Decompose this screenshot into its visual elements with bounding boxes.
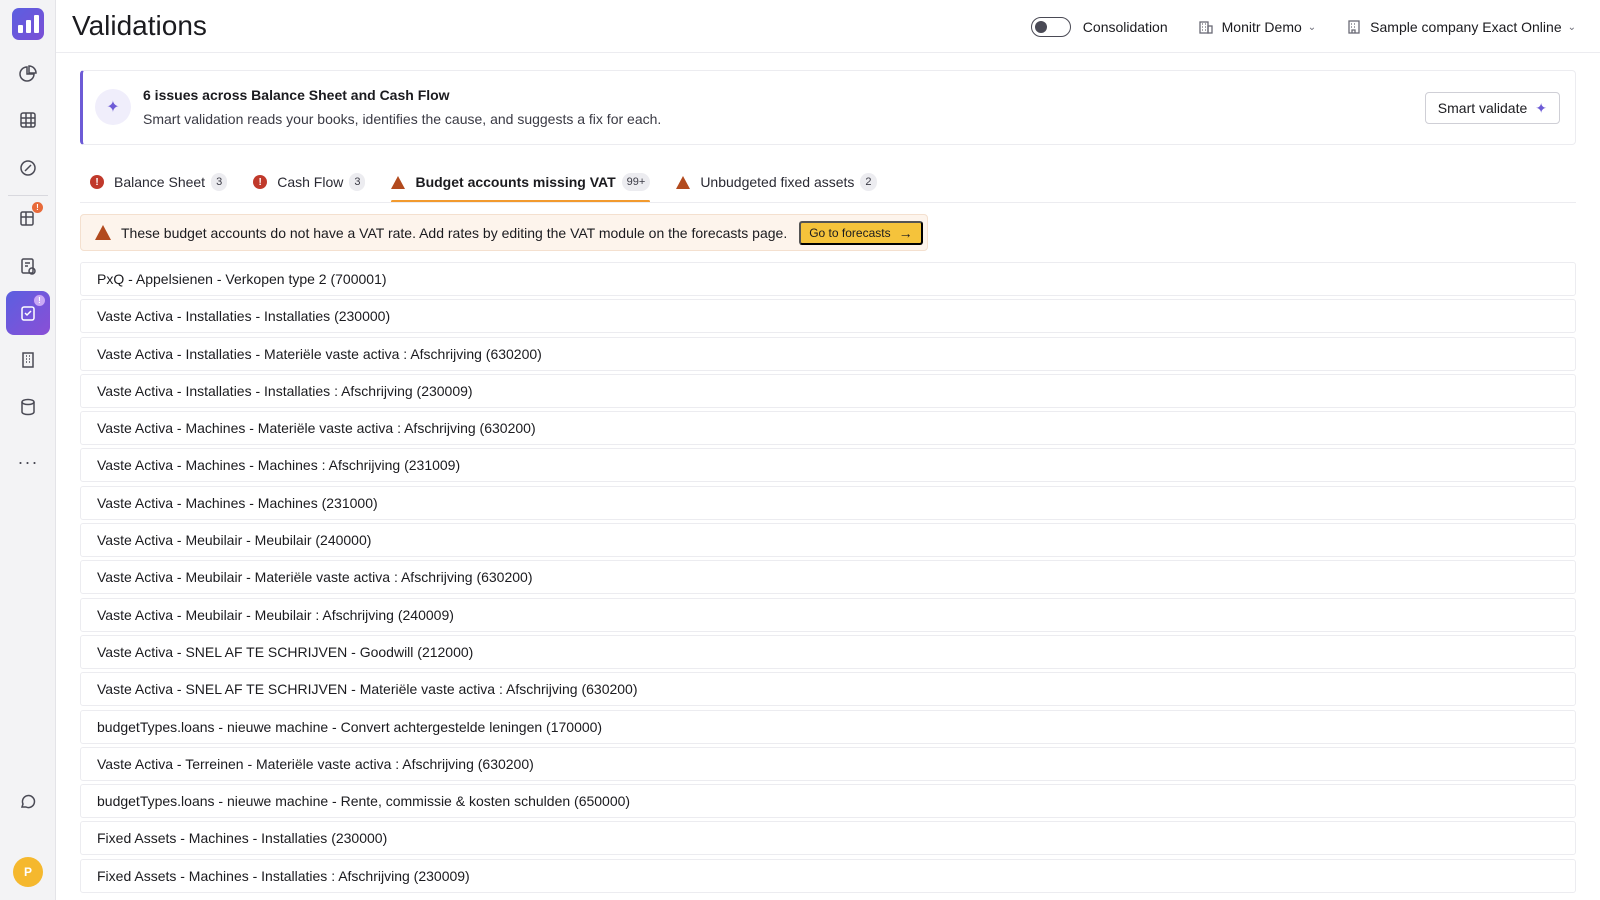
arrow-right-icon: → (898, 224, 913, 241)
page-title: Validations (72, 10, 207, 41)
sidebar-divider (8, 195, 48, 196)
list-item[interactable]: Vaste Activa - Meubilair - Meubilair (24… (80, 523, 1576, 558)
main-content: Validations Consolidation Monitr Demo ⌄ … (56, 0, 1600, 900)
sidebar-item-targets[interactable] (8, 148, 48, 188)
sparkle-icon: ✦ (1535, 99, 1547, 116)
tab-cash-flow[interactable]: ! Cash Flow 3 (253, 166, 366, 198)
list-item[interactable]: Vaste Activa - SNEL AF TE SCHRIJVEN - Ma… (80, 672, 1576, 707)
go-to-forecasts-label: Go to forecasts (809, 225, 891, 240)
warning-icon (95, 225, 111, 240)
tab-count-badge: 2 (860, 173, 877, 191)
validation-tabs: ! Balance Sheet 3 ! Cash Flow 3 Budget a… (90, 166, 903, 203)
list-item[interactable]: Vaste Activa - Installaties - Materiële … (80, 336, 1576, 371)
company-name: Sample company Exact Online (1370, 19, 1562, 35)
organization-selector[interactable]: Monitr Demo ⌄ (1198, 19, 1317, 35)
error-icon: ! (253, 175, 268, 189)
tab-label: Cash Flow (277, 174, 344, 190)
list-item[interactable]: Vaste Activa - SNEL AF TE SCHRIJVEN - Go… (80, 634, 1576, 669)
warning-icon (676, 175, 691, 189)
sidebar-item-validations[interactable]: ! (6, 291, 50, 335)
chat-sparkle-icon (20, 794, 36, 809)
document-add-icon (21, 258, 36, 275)
account-list: PxQ - Appelsienen - Verkopen type 2 (700… (80, 262, 1576, 896)
tab-unbudgeted-fixed-assets[interactable]: Unbudgeted fixed assets 2 (676, 166, 877, 198)
list-item[interactable]: Vaste Activa - Installaties - Installati… (80, 299, 1576, 334)
tab-balance-sheet[interactable]: ! Balance Sheet 3 (90, 166, 228, 198)
list-item[interactable]: Vaste Activa - Machines - Machines (2310… (80, 485, 1576, 520)
consolidation-label: Consolidation (1082, 19, 1168, 35)
chevron-down-icon: ⌄ (1567, 21, 1576, 33)
list-item[interactable]: budgetTypes.loans - nieuwe machine - Con… (80, 709, 1576, 744)
warning-icon (391, 175, 406, 189)
database-icon (21, 398, 35, 416)
summary-subtitle: Smart validation reads your books, ident… (143, 111, 662, 127)
list-item[interactable]: Vaste Activa - Machines - Materiële vast… (80, 411, 1576, 446)
grid-icon (20, 112, 36, 128)
pie-chart-icon (19, 65, 37, 82)
app-root: ! ! ··· P Validations Consolidation Moni… (0, 0, 1600, 900)
sidebar-item-tables[interactable] (8, 100, 48, 140)
chevron-down-icon: ⌄ (1307, 21, 1317, 33)
consolidation-toggle[interactable] (1030, 17, 1071, 37)
app-logo[interactable] (12, 8, 44, 40)
company-selector[interactable]: Sample company Exact Online ⌄ (1346, 19, 1576, 35)
more-icon[interactable]: ··· (8, 452, 48, 472)
tab-budget-accounts-missing-vat[interactable]: Budget accounts missing VAT 99+ (391, 166, 651, 203)
warning-badge: ! (33, 294, 46, 307)
organization-name: Monitr Demo (1221, 19, 1302, 35)
smart-validate-label: Smart validate (1437, 100, 1528, 116)
warning-banner: These budget accounts do not have a VAT … (80, 214, 928, 251)
tab-count-badge: 3 (349, 173, 366, 191)
list-item[interactable]: Fixed Assets - Machines - Installaties (… (80, 821, 1576, 856)
smart-validate-button[interactable]: Smart validate ✦ (1424, 92, 1560, 124)
list-item[interactable]: Vaste Activa - Meubilair - Materiële vas… (80, 560, 1576, 595)
tab-label: Balance Sheet (114, 174, 206, 190)
topbar: Validations Consolidation Monitr Demo ⌄ … (56, 0, 1600, 53)
sidebar-item-documents[interactable] (8, 246, 48, 286)
tab-label: Unbudgeted fixed assets (700, 174, 855, 190)
list-item[interactable]: PxQ - Appelsienen - Verkopen type 2 (700… (80, 262, 1576, 296)
sidebar-item-companies[interactable] (8, 340, 48, 380)
company-icon (1348, 20, 1360, 34)
avatar[interactable]: P (13, 857, 43, 887)
banner-text: These budget accounts do not have a VAT … (121, 224, 788, 241)
tab-count-badge: 3 (211, 173, 228, 191)
warning-badge: ! (31, 201, 44, 214)
sidebar: ! ! ··· P (0, 0, 56, 900)
sidebar-item-data-sources[interactable] (8, 387, 48, 427)
topbar-controls: Consolidation Monitr Demo ⌄ Sample compa… (1030, 14, 1576, 40)
sidebar-item-forecasts[interactable]: ! (8, 198, 48, 238)
building-icon (1198, 21, 1213, 34)
building-icon (22, 352, 34, 368)
clipboard-check-icon (21, 306, 35, 321)
sidebar-item-reports[interactable] (8, 54, 48, 94)
tab-count-badge: 99+ (621, 173, 651, 191)
list-item[interactable]: Vaste Activa - Terreinen - Materiële vas… (80, 746, 1576, 781)
list-item[interactable]: Vaste Activa - Machines - Machines : Afs… (80, 448, 1576, 483)
error-icon: ! (90, 175, 104, 189)
summary-title: 6 issues across Balance Sheet and Cash F… (143, 87, 450, 103)
gauge-icon (20, 160, 36, 176)
list-item[interactable]: budgetTypes.loans - nieuwe machine - Ren… (80, 784, 1576, 819)
list-item[interactable]: Vaste Activa - Meubilair - Meubilair : A… (80, 597, 1576, 632)
sidebar-item-chat[interactable] (8, 782, 48, 822)
list-item[interactable]: Fixed Assets - Machines - Installaties :… (80, 858, 1576, 893)
validation-summary-card: ✦ 6 issues across Balance Sheet and Cash… (80, 70, 1576, 145)
sparkle-icon: ✦ (95, 89, 131, 125)
list-item[interactable]: Vaste Activa - Installaties - Installati… (80, 373, 1576, 408)
tabs-divider (80, 202, 1576, 203)
go-to-forecasts-button[interactable]: Go to forecasts → (799, 220, 923, 245)
tab-label: Budget accounts missing VAT (415, 174, 616, 190)
